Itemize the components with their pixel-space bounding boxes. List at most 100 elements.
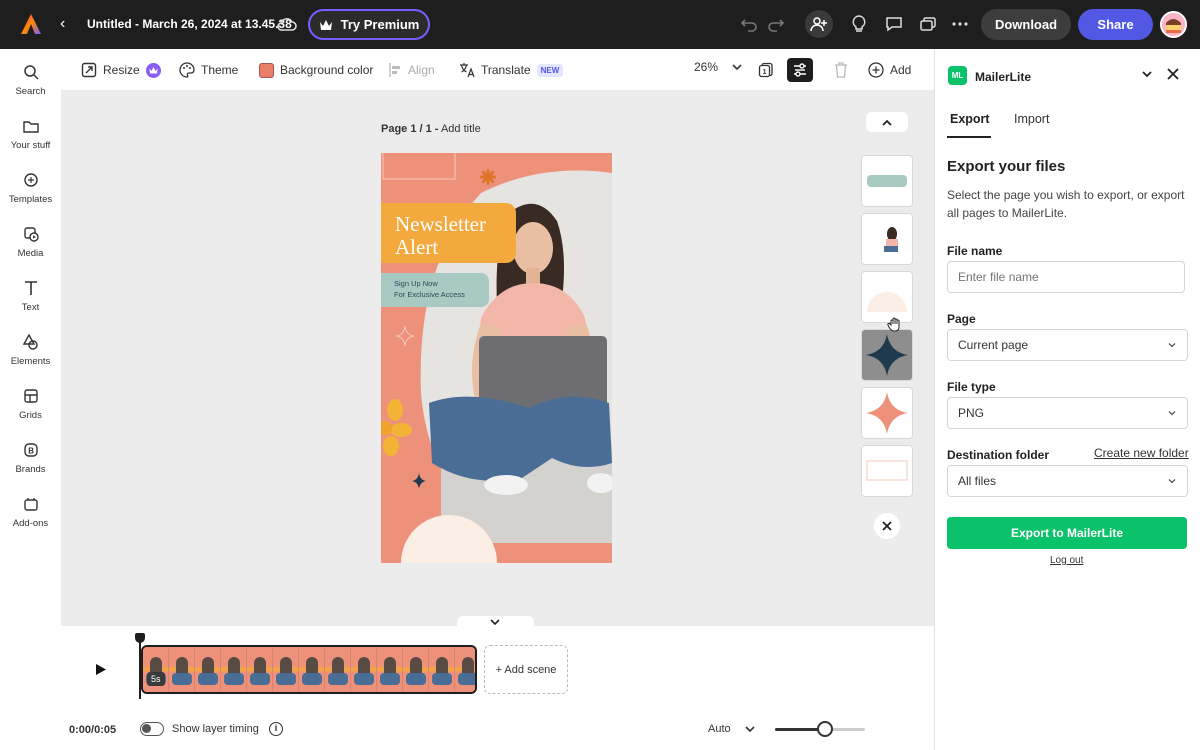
chevron-down-icon	[1168, 479, 1176, 484]
page-select-value: Current page	[958, 338, 1029, 352]
document-title[interactable]: Untitled - March 26, 2024 at 13.45.38	[87, 17, 292, 31]
design-artwork: Newsletter Alert Sign Up Now For Exclusi…	[381, 153, 612, 563]
file-type-select[interactable]: PNG	[947, 397, 1188, 429]
brands-icon: B	[22, 441, 40, 459]
create-new-folder-link[interactable]: Create new folder	[1094, 446, 1189, 460]
scene-frame	[273, 647, 299, 692]
export-to-mailerlite-button[interactable]: Export to MailerLite	[947, 517, 1187, 549]
resize-label: Resize	[103, 63, 140, 77]
canvas-area[interactable]: Page 1 / 1 - Add title Newsletter Alert …	[61, 90, 934, 628]
align-label: Align	[408, 63, 435, 77]
share-button[interactable]: Share	[1078, 9, 1153, 40]
destination-folder-label: Destination folder	[947, 448, 1050, 462]
add-scene-button[interactable]: + Add scene	[484, 645, 568, 694]
chevron-down-icon[interactable]	[1140, 66, 1154, 82]
file-name-label: File name	[947, 244, 1003, 258]
redo-icon[interactable]	[764, 12, 788, 36]
resize-button[interactable]: Resize	[81, 60, 161, 80]
play-button[interactable]	[88, 656, 114, 682]
rail-label: Templates	[8, 194, 53, 205]
zoom-dropdown[interactable]: 26%	[694, 60, 742, 74]
scene-frame	[429, 647, 455, 692]
align-button[interactable]: Align	[388, 60, 435, 80]
close-icon[interactable]	[1165, 66, 1181, 82]
present-icon[interactable]	[916, 12, 940, 36]
page-select[interactable]: Current page	[947, 329, 1188, 361]
undo-icon[interactable]	[737, 12, 761, 36]
rail-label: Media	[17, 248, 44, 259]
slider-knob[interactable]	[816, 721, 833, 737]
layer-thumbnail[interactable]	[861, 445, 913, 497]
collapse-thumbnails-button[interactable]	[866, 112, 908, 132]
tab-import[interactable]: Import	[1014, 112, 1049, 126]
rail-item-text[interactable]: Text	[0, 277, 61, 323]
auto-label: Auto	[708, 723, 731, 735]
close-thumbnails-button[interactable]	[874, 513, 900, 539]
headline-line2: Alert	[395, 235, 438, 259]
background-color-button[interactable]: Background color	[259, 60, 373, 80]
more-options-icon[interactable]	[948, 12, 972, 36]
layer-thumbnail[interactable]	[861, 387, 913, 439]
avatar[interactable]	[1160, 11, 1187, 38]
rail-item-your-stuff[interactable]: Your stuff	[0, 115, 61, 161]
back-chevron-icon[interactable]: ‹	[60, 15, 74, 33]
close-icon	[882, 521, 892, 531]
rail-item-elements[interactable]: Elements	[0, 331, 61, 377]
add-title-link[interactable]: Add title	[441, 123, 481, 135]
panel-title: MailerLite	[975, 70, 1032, 84]
design-page[interactable]: Newsletter Alert Sign Up Now For Exclusi…	[381, 153, 612, 563]
scene-frame	[195, 647, 221, 692]
rail-item-media[interactable]: Media	[0, 223, 61, 269]
playhead-handle[interactable]	[135, 633, 145, 699]
trash-icon[interactable]	[828, 58, 854, 82]
plus-circle-icon	[868, 62, 884, 78]
cta-line2: For Exclusive Access	[394, 290, 465, 299]
svg-text:B: B	[28, 447, 34, 456]
invite-user-icon[interactable]	[805, 10, 833, 38]
panel-heading: Export your files	[947, 158, 1066, 175]
try-premium-button[interactable]: Try Premium	[308, 9, 430, 40]
lightbulb-icon[interactable]	[847, 12, 871, 36]
rail-item-search[interactable]: Search	[0, 61, 61, 107]
tab-export[interactable]: Export	[950, 112, 990, 126]
chevron-up-icon	[882, 119, 892, 126]
scene-duration-badge: 5s	[147, 672, 165, 686]
comment-icon[interactable]	[882, 12, 906, 36]
scene-clip[interactable]	[141, 645, 477, 694]
active-tab-indicator	[947, 136, 991, 138]
app-logo-icon[interactable]	[20, 13, 42, 35]
rail-label: Brands	[15, 464, 46, 475]
layer-timing-label: Show layer timing	[172, 723, 259, 735]
rail-item-brands[interactable]: B Brands	[0, 439, 61, 485]
layers-adjust-icon[interactable]	[787, 58, 813, 82]
rail-label: Search	[15, 86, 46, 97]
translate-icon	[460, 63, 475, 78]
file-name-input[interactable]	[947, 261, 1185, 293]
headline-line1: Newsletter	[395, 212, 486, 236]
page-number-icon[interactable]: 1	[753, 58, 779, 82]
rail-item-templates[interactable]: Templates	[0, 169, 61, 215]
destination-folder-select[interactable]: All files	[947, 465, 1188, 497]
cloud-sync-icon[interactable]	[276, 14, 298, 34]
layer-timing-toggle[interactable]	[140, 722, 164, 736]
rail-label: Grids	[19, 410, 42, 421]
layer-thumbnail[interactable]	[861, 213, 913, 265]
palette-icon	[179, 62, 195, 78]
elements-icon	[22, 333, 40, 351]
translate-button[interactable]: Translate NEW	[459, 60, 564, 80]
scene-frame	[403, 647, 429, 692]
info-icon[interactable]: i	[269, 722, 283, 736]
auto-dropdown[interactable]: Auto	[708, 723, 755, 735]
mailerlite-panel: ML MailerLite Export Import Export your …	[934, 49, 1200, 750]
download-button[interactable]: Download	[981, 9, 1071, 40]
layer-thumbnail[interactable]	[861, 155, 913, 207]
layer-thumbnail-selected[interactable]	[861, 329, 913, 381]
add-button[interactable]: Add	[868, 60, 911, 80]
rail-label: Text	[21, 302, 40, 313]
theme-button[interactable]: Theme	[179, 60, 238, 80]
log-out-link[interactable]: Log out	[1050, 555, 1083, 566]
chevron-down-icon	[1168, 411, 1176, 416]
scene-frame	[377, 647, 403, 692]
rail-item-add-ons[interactable]: Add-ons	[0, 493, 61, 539]
rail-item-grids[interactable]: Grids	[0, 385, 61, 431]
